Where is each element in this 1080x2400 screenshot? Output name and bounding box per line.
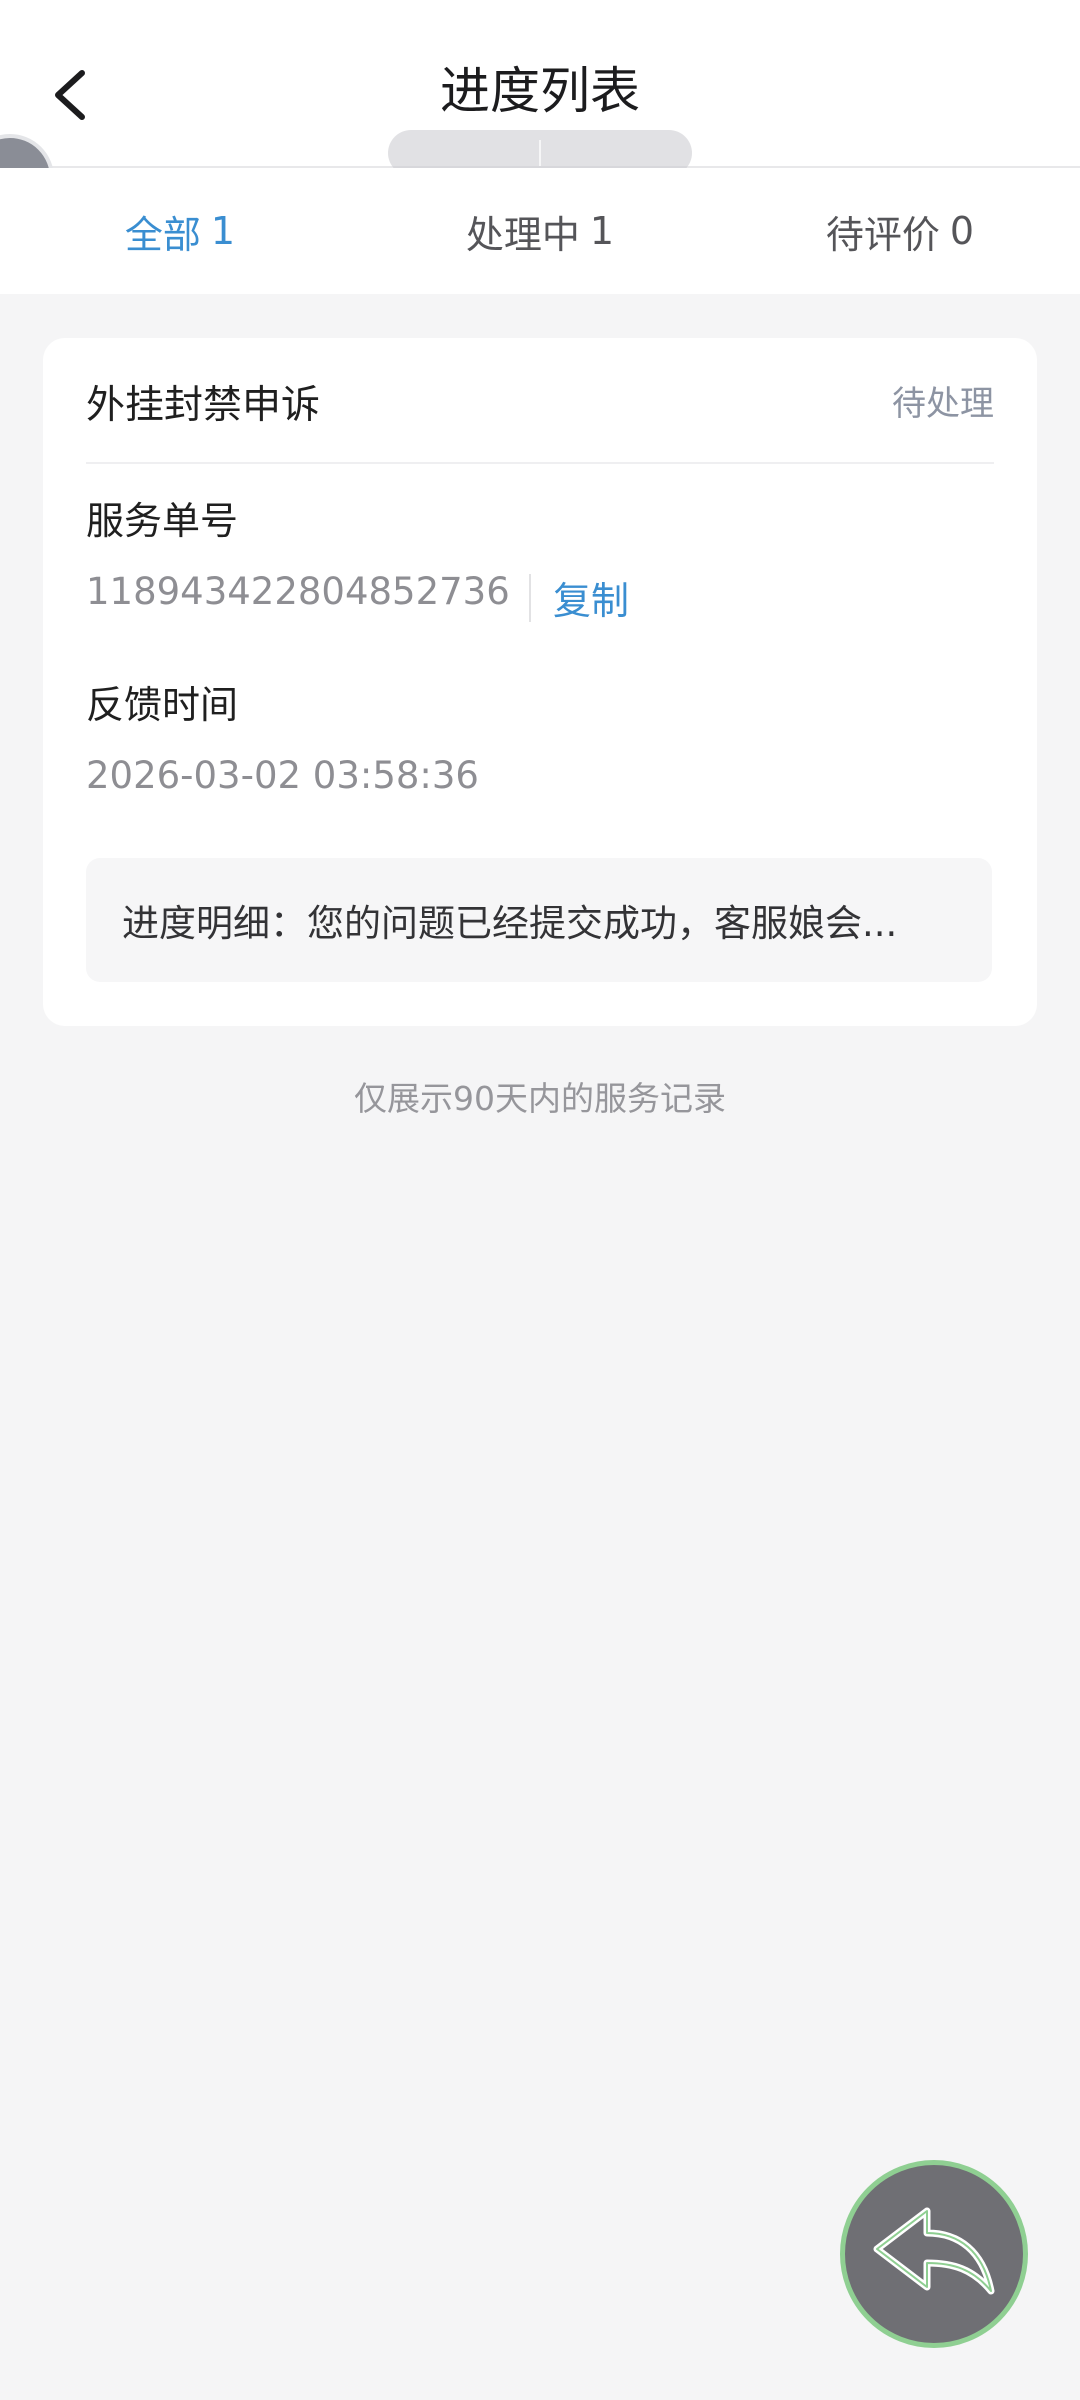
progress-detail-text: 进度明细：您的问题已经提交成功，客服娘会... (122, 902, 898, 945)
ticket-title: 外挂封禁申诉 (86, 383, 321, 428)
copy-divider (529, 574, 531, 622)
tab-count: 1 (210, 209, 236, 253)
service-no-value: 118943422804852736 (86, 570, 510, 613)
card-header: 外挂封禁申诉 待处理 (86, 338, 994, 464)
copy-button[interactable]: 复制 (553, 570, 629, 625)
tab-processing[interactable]: 处理中 1 (360, 168, 720, 294)
floating-back-button[interactable] (840, 2160, 1028, 2348)
feedback-time-value: 2026-03-02 03:58:36 (86, 754, 479, 797)
progress-detail-box[interactable]: 进度明细：您的问题已经提交成功，客服娘会... (86, 858, 992, 982)
reply-arrow-icon (873, 2207, 995, 2295)
status-tabs: 全部 1 处理中 1 待评价 0 (0, 168, 1080, 294)
overlay-divider (539, 140, 541, 166)
tab-label: 处理中 (465, 212, 580, 257)
tab-count: 1 (589, 209, 615, 253)
tab-label: 待评价 (825, 212, 940, 257)
page-title: 进度列表 (440, 62, 640, 120)
tab-pending-review[interactable]: 待评价 0 (720, 168, 1080, 294)
tab-count: 0 (949, 209, 975, 253)
tab-all[interactable]: 全部 1 (0, 168, 360, 294)
feedback-time-label: 反馈时间 (86, 683, 239, 727)
retention-note: 仅展示90天内的服务记录 (354, 1079, 726, 1118)
status-badge: 待处理 (892, 384, 994, 424)
tab-label: 全部 (124, 212, 201, 257)
app-root: 进度列表 全部 1 处理中 1 待评价 0 外挂封禁申诉 待处理 服务单号 11… (0, 0, 1080, 2400)
service-no-label: 服务单号 (86, 499, 239, 543)
service-ticket-card[interactable]: 外挂封禁申诉 待处理 服务单号 118943422804852736 复制 反馈… (43, 338, 1037, 1026)
